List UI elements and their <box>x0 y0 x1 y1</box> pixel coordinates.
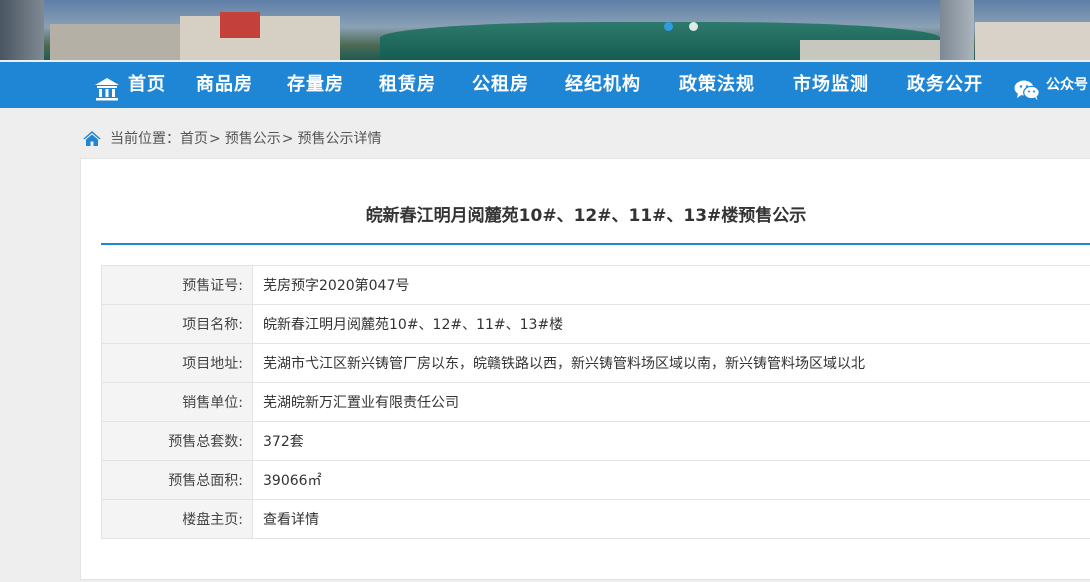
nav-item-home[interactable]: 首页 <box>94 62 166 108</box>
banner-building <box>0 0 44 60</box>
breadcrumb-separator: > <box>281 131 294 147</box>
main-nav: 首页 商品房 存量房 租赁房 公租房 经纪机构 政策法规 市场监测 政务公开 公… <box>0 62 1090 108</box>
nav-item-label: 政务公开 <box>907 74 983 95</box>
carousel-dot-2[interactable] <box>689 22 698 31</box>
carousel-dot-1[interactable] <box>664 22 673 31</box>
nav-item-market-monitoring[interactable]: 市场监测 <box>793 62 869 108</box>
breadcrumb-prefix: 当前位置： <box>110 131 180 147</box>
row-value: 芜房预字2020第047号 <box>252 265 1090 305</box>
breadcrumb-link-home[interactable]: 首页 <box>180 131 208 147</box>
banner-building <box>940 0 974 60</box>
nav-item-label: 首页 <box>128 74 166 95</box>
home-icon <box>82 130 102 154</box>
detail-table: 预售证号: 芜房预字2020第047号 项目名称: 皖新春江明月阅麓苑10#、1… <box>101 265 1090 539</box>
row-label: 销售单位: <box>101 382 253 422</box>
title-divider <box>101 243 1090 245</box>
row-label: 预售证号: <box>101 265 253 305</box>
breadcrumb: 当前位置：首页> 预售公示> 预售公示详情 <box>82 128 381 150</box>
nav-item-label: 市场监测 <box>793 74 869 95</box>
nav-item-public-rental[interactable]: 公租房 <box>472 62 529 108</box>
table-row: 项目地址: 芜湖市弋江区新兴铸管厂房以东，皖赣铁路以西，新兴铸管料场区域以南，新… <box>101 343 1090 383</box>
row-value-cell: 查看详情 <box>252 499 1090 539</box>
row-value: 39066㎡ <box>252 460 1090 500</box>
row-label: 楼盘主页: <box>101 499 253 539</box>
row-label: 预售总面积: <box>101 460 253 500</box>
header-banner <box>0 0 1090 60</box>
banner-building <box>50 24 180 60</box>
view-details-link[interactable]: 查看详情 <box>263 512 319 528</box>
nav-item-wechat[interactable]: 公众号 <box>1014 62 1088 108</box>
row-label: 项目名称: <box>101 304 253 344</box>
table-row: 销售单位: 芜湖皖新万汇置业有限责任公司 <box>101 382 1090 422</box>
detail-panel: 皖新春江明月阅麓苑10#、12#、11#、13#楼预售公示 预售证号: 芜房预字… <box>80 158 1090 580</box>
nav-item-label: 存量房 <box>287 74 344 95</box>
nav-item-label: 公租房 <box>472 74 529 95</box>
wechat-icon <box>1014 74 1040 120</box>
nav-item-rental-housing[interactable]: 租赁房 <box>379 62 436 108</box>
row-value: 芜湖市弋江区新兴铸管厂房以东，皖赣铁路以西，新兴铸管料场区域以南，新兴铸管料场区… <box>252 343 1090 383</box>
banner-building <box>180 16 340 60</box>
nav-item-label: 租赁房 <box>379 74 436 95</box>
nav-item-agencies[interactable]: 经纪机构 <box>565 62 641 108</box>
page-title: 皖新春江明月阅麓苑10#、12#、11#、13#楼预售公示 <box>365 206 807 226</box>
table-row: 楼盘主页: 查看详情 <box>101 499 1090 539</box>
table-row: 项目名称: 皖新春江明月阅麓苑10#、12#、11#、13#楼 <box>101 304 1090 344</box>
nav-item-label: 公众号 <box>1046 77 1088 93</box>
table-row: 预售总套数: 372套 <box>101 421 1090 461</box>
row-value: 皖新春江明月阅麓苑10#、12#、11#、13#楼 <box>252 304 1090 344</box>
nav-item-label: 政策法规 <box>679 74 755 95</box>
banner-building <box>975 22 1090 60</box>
banner-building <box>220 12 260 38</box>
nav-item-label: 经纪机构 <box>565 74 641 95</box>
row-label: 项目地址: <box>101 343 253 383</box>
nav-item-label: 商品房 <box>196 74 253 95</box>
nav-item-existing-housing[interactable]: 存量房 <box>287 62 344 108</box>
home-icon <box>94 73 120 119</box>
nav-item-commercial-housing[interactable]: 商品房 <box>196 62 253 108</box>
breadcrumb-link-presale[interactable]: 预售公示 <box>225 131 281 147</box>
row-value: 372套 <box>252 421 1090 461</box>
nav-item-gov-affairs[interactable]: 政务公开 <box>907 62 983 108</box>
nav-item-policies[interactable]: 政策法规 <box>679 62 755 108</box>
table-row: 预售证号: 芜房预字2020第047号 <box>101 265 1090 305</box>
row-label: 预售总套数: <box>101 421 253 461</box>
table-row: 预售总面积: 39066㎡ <box>101 460 1090 500</box>
breadcrumb-current: 预售公示详情 <box>297 131 382 147</box>
row-value: 芜湖皖新万汇置业有限责任公司 <box>252 382 1090 422</box>
breadcrumb-separator: > <box>209 131 221 147</box>
banner-building <box>800 40 940 60</box>
